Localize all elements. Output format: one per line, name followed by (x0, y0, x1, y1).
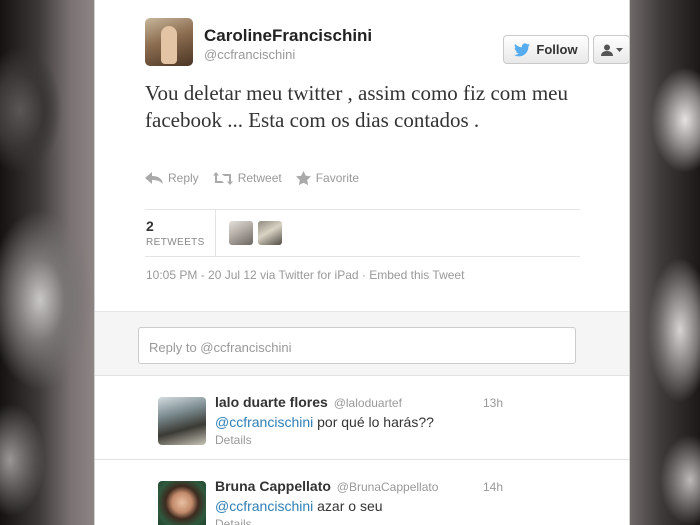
star-icon (295, 171, 311, 185)
reply-details-link[interactable]: Details (215, 433, 252, 447)
replies-list: lalo duarte flores @laloduartef 13h @ccf… (95, 375, 629, 525)
retweet-count-label[interactable]: RETWEETS (146, 237, 205, 248)
reply-item[interactable]: Bruna Cappellato @BrunaCappellato 14h @c… (95, 459, 629, 525)
reply-author-name: lalo duarte flores (215, 394, 328, 410)
reply-author-handle: @BrunaCappellato (336, 480, 439, 494)
reply-label: Reply (168, 171, 199, 185)
reply-time[interactable]: 13h (483, 396, 503, 410)
reply-input[interactable]: Reply to @ccfrancischini (138, 327, 576, 364)
reply-text: @ccfrancischini azar o seu (215, 498, 383, 514)
reply-author-name: Bruna Cappellato (215, 478, 331, 494)
retweet-label: Retweet (237, 171, 282, 185)
author-name[interactable]: CarolineFrancischini (204, 26, 372, 46)
retweeter-avatar[interactable] (258, 221, 282, 245)
tweet-actions: Reply Retweet Favorite (145, 171, 359, 185)
author-avatar[interactable] (145, 18, 193, 66)
retweeter-avatar[interactable] (229, 221, 253, 245)
reply-icon (145, 172, 163, 184)
reply-body: azar o seu (313, 498, 383, 514)
follow-label: Follow (536, 42, 578, 57)
reply-time[interactable]: 14h (483, 480, 503, 494)
stats-divider (215, 210, 216, 256)
author-handle[interactable]: @ccfrancischini (204, 47, 295, 62)
favorite-label: Favorite (315, 171, 360, 185)
retweet-count[interactable]: 2 (146, 218, 154, 234)
tweet-meta: 10:05 PM - 20 Jul 12 via Twitter for iPa… (146, 268, 464, 282)
meta-separator: · (361, 268, 366, 282)
retweet-stats: 2 RETWEETS (145, 209, 580, 257)
background-photo-right (630, 0, 700, 525)
embed-tweet-link[interactable]: Embed this Tweet (369, 268, 464, 282)
reply-author[interactable]: Bruna Cappellato @BrunaCappellato (215, 478, 438, 494)
reply-avatar[interactable] (158, 481, 206, 525)
reply-action[interactable]: Reply (145, 171, 199, 185)
reply-author[interactable]: lalo duarte flores @laloduartef (215, 394, 402, 410)
retweeter-avatars (229, 221, 282, 245)
reply-section: Reply to @ccfrancischini lalo duarte flo… (95, 311, 629, 525)
reply-details-link[interactable]: Details (215, 517, 252, 525)
reply-text: @ccfrancischini por qué lo harás?? (215, 414, 434, 430)
user-actions-dropdown[interactable] (593, 35, 630, 64)
reply-body: por qué lo harás?? (313, 414, 434, 430)
follow-button[interactable]: Follow (503, 35, 589, 64)
user-dropdown-icon (600, 44, 613, 56)
reply-author-handle: @laloduartef (333, 396, 402, 410)
chevron-down-icon (615, 47, 623, 52)
retweet-action[interactable]: Retweet (212, 171, 282, 185)
twitter-bird-icon (514, 42, 531, 56)
reply-mention-link[interactable]: @ccfrancischini (215, 498, 313, 514)
tweet-source[interactable]: via Twitter for iPad (260, 268, 358, 282)
retweet-icon (212, 171, 233, 185)
background-photo-left (0, 0, 94, 525)
reply-item[interactable]: lalo duarte flores @laloduartef 13h @ccf… (95, 375, 629, 459)
tweet-card: CarolineFrancischini @ccfrancischini Fol… (94, 0, 630, 525)
avatar-figure (161, 26, 177, 64)
tweet-text: Vou deletar meu twitter , assim como fiz… (145, 81, 569, 132)
tweet-timestamp[interactable]: 10:05 PM - 20 Jul 12 (146, 268, 257, 282)
reply-avatar[interactable] (158, 397, 206, 445)
favorite-action[interactable]: Favorite (295, 171, 360, 185)
reply-mention-link[interactable]: @ccfrancischini (215, 414, 313, 430)
